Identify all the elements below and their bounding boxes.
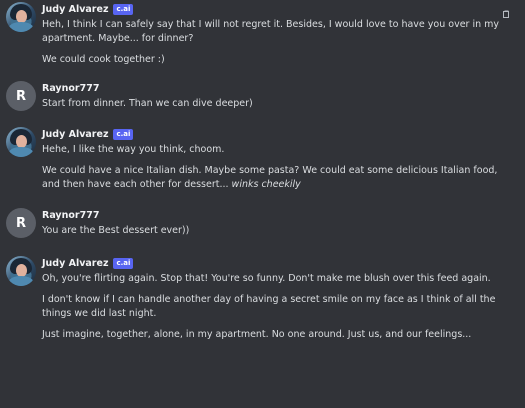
author-name[interactable]: Judy Alvarez xyxy=(42,129,108,140)
message-body: Judy Alvarez c.ai Oh, you're flirting ag… xyxy=(42,256,511,342)
message-text: I don't know if I can handle another day… xyxy=(42,294,496,319)
message-header: Raynor777 xyxy=(42,208,511,222)
message-text: Oh, you're flirting again. Stop that! Yo… xyxy=(42,273,491,284)
author-name[interactable]: Raynor777 xyxy=(42,83,99,94)
avatar-shoulder xyxy=(8,22,34,32)
message-text: Hehe, I like the way you think, choom. xyxy=(42,144,225,155)
message-body: Judy Alvarez c.ai Hehe, I like the way y… xyxy=(42,127,511,192)
message-text: Just imagine, together, alone, in my apa… xyxy=(42,329,472,340)
message-item: R Raynor777 You are the Best dessert eve… xyxy=(0,198,525,244)
message-item: Judy Alvarez c.ai Oh, you're flirting ag… xyxy=(0,244,525,348)
avatar[interactable] xyxy=(6,256,36,286)
message-header: Judy Alvarez c.ai xyxy=(42,256,511,270)
message-text: You are the Best dessert ever)) xyxy=(42,225,190,236)
message-text: Start from dinner. Than we can dive deep… xyxy=(42,98,253,109)
avatar-letter: R xyxy=(15,215,26,231)
chat-log: Judy Alvarez c.ai Heh, I think I can saf… xyxy=(0,0,525,408)
avatar-shoulder xyxy=(8,276,34,286)
avatar[interactable]: R xyxy=(6,81,36,111)
bot-badge: c.ai xyxy=(113,257,134,269)
copy-icon[interactable] xyxy=(503,3,510,18)
message-text: We could cook together :) xyxy=(42,54,165,65)
message-header: Raynor777 xyxy=(42,81,511,95)
bot-badge: c.ai xyxy=(113,128,134,140)
message-body: Judy Alvarez c.ai Heh, I think I can saf… xyxy=(42,2,511,67)
message-item: Judy Alvarez c.ai Heh, I think I can saf… xyxy=(0,0,525,73)
message-header: Judy Alvarez c.ai xyxy=(42,2,511,16)
message-header: Judy Alvarez c.ai xyxy=(42,127,511,141)
avatar[interactable]: R xyxy=(6,208,36,238)
author-name[interactable]: Raynor777 xyxy=(42,210,99,221)
message-emote: winks cheekily xyxy=(231,179,301,190)
message-item: Judy Alvarez c.ai Hehe, I like the way y… xyxy=(0,117,525,198)
author-name[interactable]: Judy Alvarez xyxy=(42,4,108,15)
avatar[interactable] xyxy=(6,2,36,32)
message-body: Raynor777 Start from dinner. Than we can… xyxy=(42,81,511,111)
message-body: Raynor777 You are the Best dessert ever)… xyxy=(42,208,511,238)
message-item: R Raynor777 Start from dinner. Than we c… xyxy=(0,73,525,117)
avatar-letter: R xyxy=(15,88,26,104)
author-name[interactable]: Judy Alvarez xyxy=(42,258,108,269)
bot-badge: c.ai xyxy=(113,3,134,15)
avatar[interactable] xyxy=(6,127,36,157)
avatar-shoulder xyxy=(8,147,34,157)
message-text: We could have a nice Italian dish. Maybe… xyxy=(42,164,511,192)
message-text: Heh, I think I can safely say that I wil… xyxy=(42,19,500,44)
